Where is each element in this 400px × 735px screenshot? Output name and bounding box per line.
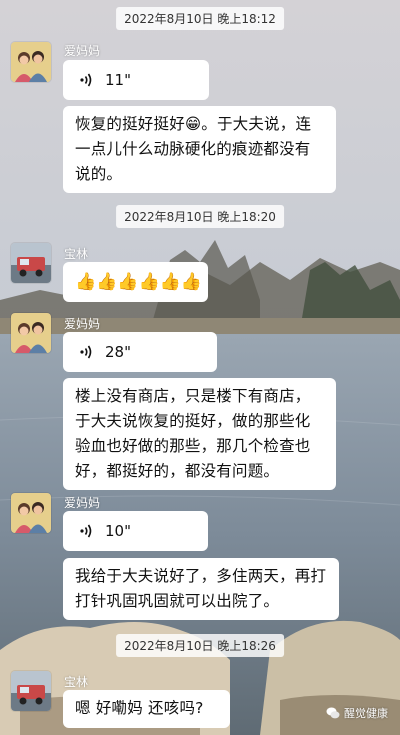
voice-message[interactable]: 10": [63, 511, 208, 551]
thumbs-up-icon: 👍: [75, 271, 97, 292]
voice-wave-icon: [80, 524, 92, 538]
text-message[interactable]: 嗯 好嘞妈 还咳吗?: [63, 690, 230, 728]
sender-name: 爱妈妈: [64, 317, 101, 331]
avatar[interactable]: [11, 493, 51, 533]
thumbs-up-icon: 👍: [138, 271, 160, 292]
wechat-logo-icon: [326, 707, 340, 719]
mom-avatar-icon: [11, 313, 51, 353]
timestamp: 2022年8月10日 晚上18:12: [116, 7, 284, 30]
timestamp: 2022年8月10日 晚上18:26: [116, 634, 284, 657]
text-message[interactable]: 我给于大夫说好了，多住两天，再打打针巩固巩固就可以出院了。: [63, 558, 339, 620]
voice-message[interactable]: 11": [63, 60, 209, 100]
watermark-text: 醒觉健康: [344, 707, 388, 720]
timestamp: 2022年8月10日 晚上18:20: [116, 205, 284, 228]
voice-duration: 10": [105, 521, 131, 540]
avatar[interactable]: [11, 671, 51, 711]
sender-name: 宝林: [64, 675, 89, 689]
avatar[interactable]: [11, 313, 51, 353]
text-message[interactable]: 恢复的挺好挺好😁。于大夫说，连一点儿什么动脉硬化的痕迹都没有说的。: [63, 106, 336, 193]
voice-duration: 28": [105, 342, 131, 361]
watermark: 醒觉健康: [326, 705, 388, 721]
sender-name: 爱妈妈: [64, 44, 101, 58]
voice-wave-icon: [80, 73, 92, 87]
thumbs-up-icon: 👍: [117, 271, 139, 292]
sender-name: 宝林: [64, 247, 89, 261]
text-message[interactable]: 楼上没有商店，只是楼下有商店，于大夫说恢复的挺好，做的那些化验血也好做的那些，那…: [63, 378, 336, 490]
thumbs-up-icon: 👍: [180, 271, 203, 292]
voice-duration: 11": [105, 70, 131, 89]
voice-wave-icon: [80, 345, 92, 359]
thumbs-up-icon: 👍: [96, 271, 118, 292]
sender-name: 爱妈妈: [64, 496, 101, 510]
mom-avatar-icon: [11, 493, 51, 533]
thumbs-up-icon: 👍: [159, 271, 181, 292]
avatar[interactable]: [11, 243, 51, 283]
baolin-avatar-icon: [11, 243, 51, 283]
emoji-message[interactable]: 👍 👍 👍 👍 👍 👍: [63, 262, 208, 302]
baolin-avatar-icon: [11, 671, 51, 711]
avatar[interactable]: [11, 42, 51, 82]
mom-avatar-icon: [11, 42, 51, 82]
voice-message[interactable]: 28": [63, 332, 217, 372]
